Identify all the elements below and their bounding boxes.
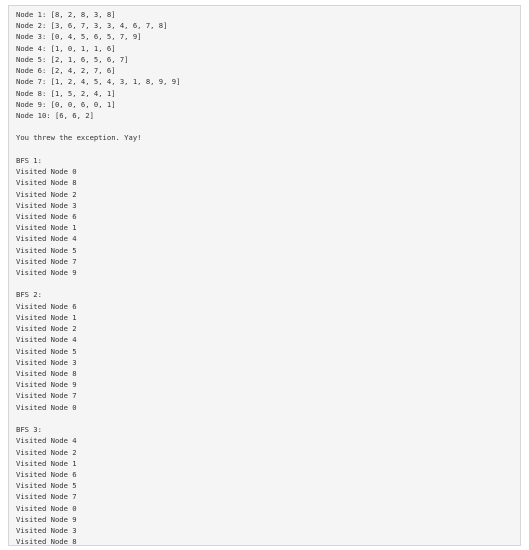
output-line: Visited Node 0 (16, 167, 77, 177)
output-line: Visited Node 9 (16, 268, 77, 278)
output-line: You threw the exception. Yay! (16, 133, 142, 143)
output-line: Visited Node 8 (16, 369, 77, 378)
output-line: Visited Node 6 (16, 301, 77, 311)
output-line: Visited Node 1 (16, 223, 77, 233)
output-line: Visited Node 3 (16, 357, 77, 367)
output-line: Visited Node 2 (16, 324, 77, 334)
output-line: Node 10: [6, 6, 2] (16, 110, 94, 120)
output-line: Visited Node 5 (16, 245, 77, 255)
output-line: Visited Node 3 (16, 200, 77, 210)
output-line: BFS 3: (16, 425, 42, 435)
output-line: Visited Node 1 (16, 458, 77, 468)
output-line: Visited Node 8 (16, 537, 77, 546)
output-line: BFS 1: (16, 155, 42, 165)
output-line: Visited Node 6 (16, 211, 77, 221)
output-line: Node 2: [3, 6, 7, 3, 3, 4, 6, 7, 8] (16, 21, 168, 31)
output-line: Node 8: [1, 5, 2, 4, 1] (16, 88, 116, 98)
output-line: Visited Node 7 (16, 492, 77, 502)
output-line: Visited Node 3 (16, 526, 77, 536)
console-output-panel: Node 1: [8, 2, 8, 3, 8] Node 2: [3, 6, 7,… (8, 5, 521, 546)
output-line: Visited Node 0 (16, 503, 77, 513)
output-line: Visited Node 7 (16, 391, 77, 401)
output-line: Node 5: [2, 1, 6, 5, 6, 7] (16, 54, 129, 64)
output-line: Visited Node 2 (16, 189, 77, 199)
output-line: BFS 2: (16, 290, 42, 300)
output-line: Visited Node 1 (16, 312, 77, 322)
output-line: Visited Node 2 (16, 447, 77, 457)
output-line: Visited Node 6 (16, 469, 77, 479)
output-line: Node 7: [1, 2, 4, 5, 4, 3, 1, 8, 9, 9] (16, 77, 181, 87)
output-line: Visited Node 4 (16, 234, 77, 244)
output-line: Node 3: [0, 4, 5, 6, 5, 7, 9] (16, 32, 142, 42)
output-line: Node 9: [0, 0, 6, 0, 1] (16, 99, 116, 109)
output-line: Visited Node 4 (16, 436, 77, 446)
output-line: Visited Node 9 (16, 380, 77, 390)
output-line: Node 1: [8, 2, 8, 3, 8] (16, 10, 116, 19)
output-line: Node 4: [1, 0, 1, 1, 6] (16, 43, 116, 53)
output-line: Node 6: [2, 4, 2, 7, 6] (16, 66, 116, 76)
output-line: Visited Node 5 (16, 481, 77, 491)
output-line: Visited Node 4 (16, 335, 77, 345)
output-line: Visited Node 0 (16, 402, 77, 412)
output-line: Visited Node 5 (16, 346, 77, 356)
output-line: Visited Node 8 (16, 178, 77, 188)
output-line: Visited Node 9 (16, 514, 77, 524)
output-line: Visited Node 7 (16, 256, 77, 266)
